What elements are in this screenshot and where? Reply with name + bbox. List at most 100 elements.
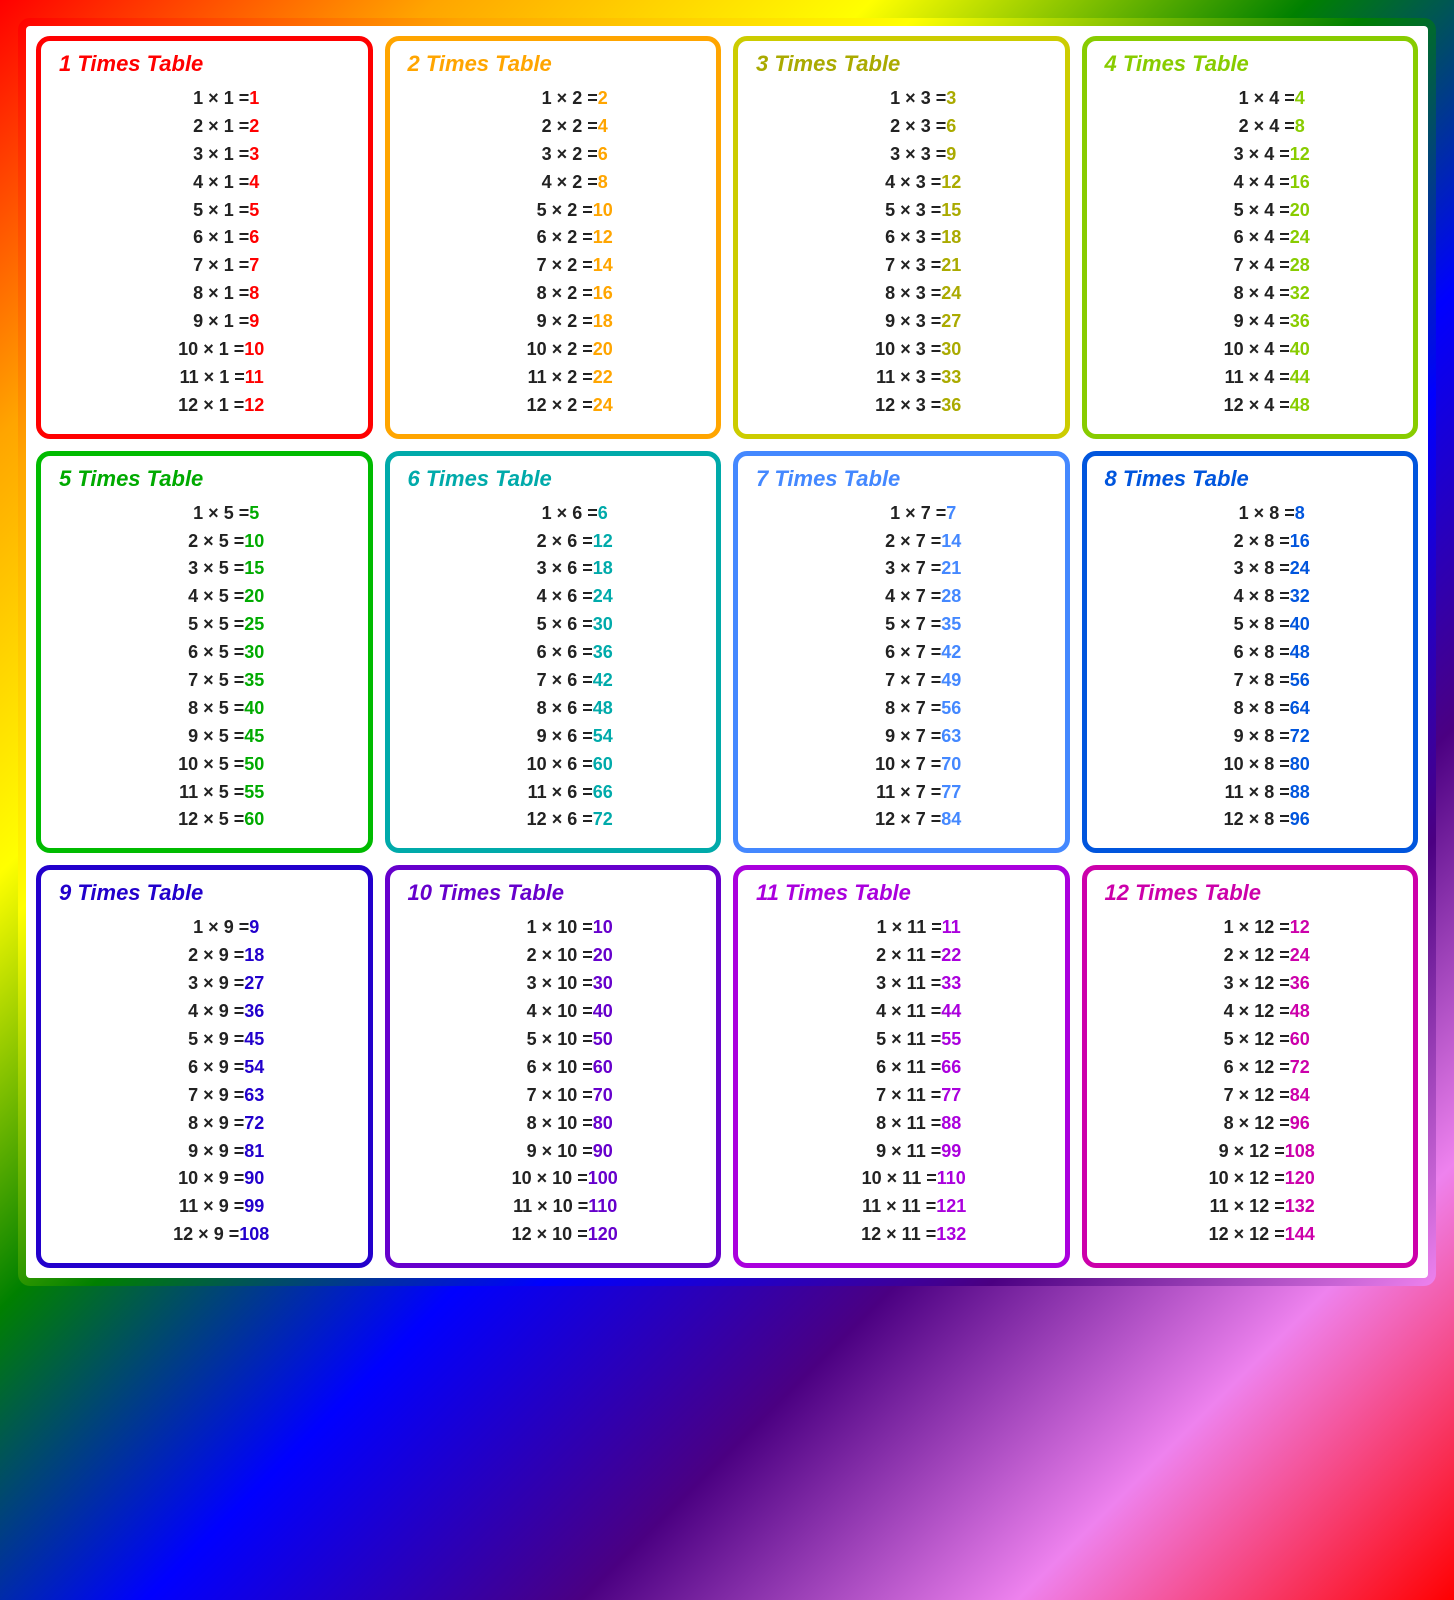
table-title-9: 9 Times Table	[55, 880, 207, 906]
equation-result: 9	[946, 141, 956, 169]
equation-left: 5 × 6 =	[493, 611, 593, 639]
equation-row: 5 × 3 = 15	[752, 197, 1051, 225]
equation-result: 88	[941, 1110, 961, 1138]
equation-row: 7 × 8 = 56	[1101, 667, 1400, 695]
equation-row: 1 × 1 = 1	[55, 85, 354, 113]
equation-row: 5 × 8 = 40	[1101, 611, 1400, 639]
equation-left: 1 × 1 =	[149, 85, 249, 113]
equation-row: 3 × 2 = 6	[404, 141, 703, 169]
equation-result: 54	[593, 723, 613, 751]
equation-left: 6 × 10 =	[493, 1054, 593, 1082]
equation-result: 120	[588, 1221, 618, 1249]
equation-left: 7 × 3 =	[841, 252, 941, 280]
equation-result: 50	[244, 751, 264, 779]
equation-row: 11 × 11 = 121	[752, 1193, 1051, 1221]
equation-row: 3 × 3 = 9	[752, 141, 1051, 169]
equation-left: 4 × 2 =	[498, 169, 598, 197]
equation-row: 12 × 1 = 12	[55, 392, 354, 420]
equation-result: 24	[1290, 942, 1310, 970]
equation-row: 8 × 2 = 16	[404, 280, 703, 308]
equation-row: 8 × 4 = 32	[1101, 280, 1400, 308]
equation-left: 4 × 11 =	[841, 998, 941, 1026]
equation-row: 4 × 4 = 16	[1101, 169, 1400, 197]
equation-row: 2 × 7 = 14	[752, 528, 1051, 556]
equation-left: 2 × 9 =	[144, 942, 244, 970]
equation-result: 99	[244, 1193, 264, 1221]
equation-result: 56	[941, 695, 961, 723]
equation-row: 5 × 9 = 45	[55, 1026, 354, 1054]
equation-left: 7 × 4 =	[1190, 252, 1290, 280]
equation-row: 9 × 1 = 9	[55, 308, 354, 336]
equation-result: 72	[244, 1110, 264, 1138]
equation-result: 15	[941, 197, 961, 225]
equation-left: 1 × 4 =	[1195, 85, 1295, 113]
equation-left: 9 × 10 =	[493, 1138, 593, 1166]
equation-result: 55	[244, 779, 264, 807]
equation-row: 2 × 4 = 8	[1101, 113, 1400, 141]
equation-left: 1 × 2 =	[498, 85, 598, 113]
equation-left: 6 × 9 =	[144, 1054, 244, 1082]
equation-result: 12	[593, 224, 613, 252]
equation-result: 54	[244, 1054, 264, 1082]
equation-result: 81	[244, 1138, 264, 1166]
equation-row: 7 × 11 = 77	[752, 1082, 1051, 1110]
equation-row: 7 × 4 = 28	[1101, 252, 1400, 280]
equation-result: 24	[1290, 555, 1310, 583]
equation-left: 4 × 3 =	[841, 169, 941, 197]
equation-row: 3 × 5 = 15	[55, 555, 354, 583]
times-table-card-9: 9 Times Table1 × 9 = 92 × 9 = 183 × 9 = …	[36, 865, 373, 1268]
equation-left: 12 × 2 =	[493, 392, 593, 420]
equation-left: 3 × 9 =	[144, 970, 244, 998]
equation-result: 36	[1290, 970, 1310, 998]
equation-row: 12 × 11 = 132	[752, 1221, 1051, 1249]
equation-row: 6 × 7 = 42	[752, 639, 1051, 667]
equation-result: 10	[244, 528, 264, 556]
equation-row: 4 × 11 = 44	[752, 998, 1051, 1026]
equation-row: 2 × 1 = 2	[55, 113, 354, 141]
equation-result: 45	[244, 1026, 264, 1054]
equations-2: 1 × 2 = 22 × 2 = 43 × 2 = 64 × 2 = 85 × …	[404, 85, 703, 420]
equation-left: 9 × 4 =	[1190, 308, 1290, 336]
equation-left: 8 × 6 =	[493, 695, 593, 723]
equation-result: 6	[598, 500, 608, 528]
equation-row: 8 × 5 = 40	[55, 695, 354, 723]
equation-result: 35	[941, 611, 961, 639]
equation-result: 18	[244, 942, 264, 970]
equation-result: 35	[244, 667, 264, 695]
equation-left: 4 × 10 =	[493, 998, 593, 1026]
equation-row: 7 × 3 = 21	[752, 252, 1051, 280]
equation-row: 6 × 11 = 66	[752, 1054, 1051, 1082]
equation-left: 2 × 2 =	[498, 113, 598, 141]
equation-result: 20	[593, 336, 613, 364]
equation-result: 42	[593, 667, 613, 695]
equation-row: 8 × 11 = 88	[752, 1110, 1051, 1138]
equation-left: 11 × 11 =	[836, 1193, 936, 1221]
equation-result: 44	[1290, 364, 1310, 392]
equation-row: 8 × 3 = 24	[752, 280, 1051, 308]
equations-11: 1 × 11 = 112 × 11 = 223 × 11 = 334 × 11 …	[752, 914, 1051, 1249]
times-table-card-5: 5 Times Table1 × 5 = 52 × 5 = 103 × 5 = …	[36, 451, 373, 854]
equation-left: 12 × 3 =	[841, 392, 941, 420]
equation-result: 30	[593, 611, 613, 639]
equation-row: 7 × 9 = 63	[55, 1082, 354, 1110]
equation-left: 6 × 2 =	[493, 224, 593, 252]
equation-left: 4 × 6 =	[493, 583, 593, 611]
equations-7: 1 × 7 = 72 × 7 = 143 × 7 = 214 × 7 = 285…	[752, 500, 1051, 835]
equation-left: 8 × 4 =	[1190, 280, 1290, 308]
equation-row: 1 × 8 = 8	[1101, 500, 1400, 528]
equation-result: 3	[946, 85, 956, 113]
equation-row: 11 × 3 = 33	[752, 364, 1051, 392]
equation-left: 8 × 12 =	[1190, 1110, 1290, 1138]
equation-result: 8	[249, 280, 259, 308]
equation-result: 6	[598, 141, 608, 169]
equation-left: 7 × 10 =	[493, 1082, 593, 1110]
equation-result: 3	[249, 141, 259, 169]
times-table-card-8: 8 Times Table1 × 8 = 82 × 8 = 163 × 8 = …	[1082, 451, 1419, 854]
equation-row: 3 × 8 = 24	[1101, 555, 1400, 583]
equation-row: 9 × 11 = 99	[752, 1138, 1051, 1166]
equation-row: 11 × 12 = 132	[1101, 1193, 1400, 1221]
equation-row: 6 × 2 = 12	[404, 224, 703, 252]
equation-result: 72	[1290, 1054, 1310, 1082]
equation-row: 2 × 3 = 6	[752, 113, 1051, 141]
equation-row: 8 × 10 = 80	[404, 1110, 703, 1138]
